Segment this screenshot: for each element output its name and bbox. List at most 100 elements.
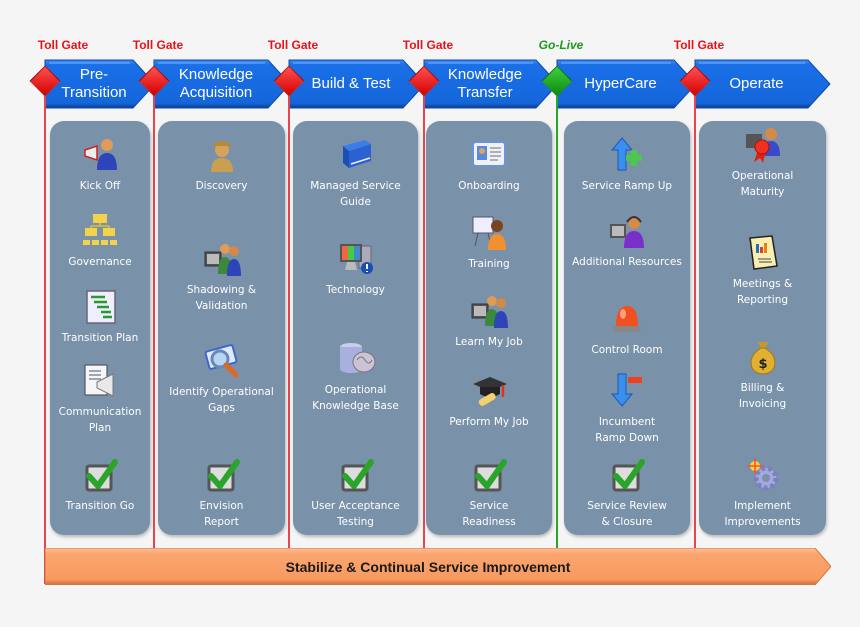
activity-item: Envision Report <box>158 456 285 530</box>
award-person-icon <box>745 128 780 163</box>
database-brain-icon <box>339 343 375 373</box>
book-icon <box>337 136 375 174</box>
activity-label: Communication Plan <box>58 406 142 434</box>
phase-panel-1: Kick Off Governance Transition Plan Communi… <box>50 121 150 535</box>
activity-item: Additional Resources <box>564 212 690 270</box>
activity-item: Communication Plan <box>50 362 150 436</box>
activity-label: Perform My Job <box>449 416 529 428</box>
checkbox-checked-icon <box>203 456 241 494</box>
activity-item: Technology <box>293 240 418 298</box>
activity-item: Service Review & Closure <box>564 456 690 530</box>
checkbox-checked-icon <box>337 456 375 494</box>
activity-label: Service Ramp Up <box>581 180 673 192</box>
activity-item: $ Billing & Invoicing <box>699 338 826 412</box>
activity-item: Service Ramp Up <box>564 136 690 194</box>
activity-label: Control Room <box>591 344 663 356</box>
phase-title: Knowledge Acquisition <box>178 66 254 101</box>
activity-item: Control Room <box>564 300 690 358</box>
phase-title: Build & Test <box>311 75 391 92</box>
gantt-chart-icon <box>81 288 119 326</box>
magnifier-document-icon <box>203 342 241 380</box>
activity-item: Identify Operational Gaps <box>158 342 285 416</box>
activity-label: Service Readiness <box>462 500 516 528</box>
footer-arrow: Stabilize & Continual Service Improvemen… <box>45 548 831 585</box>
money-bag-icon: $ <box>744 338 782 376</box>
arrow-down-minus-icon <box>608 372 646 410</box>
arrow-down-minus-icon <box>610 373 642 407</box>
activity-label: Shadowing & Validation <box>186 284 257 312</box>
phase-chevron-5: HyperCare <box>556 59 697 109</box>
footer-label: Stabilize & Continual Service Improvemen… <box>285 558 571 575</box>
phase-title: Knowledge Transfer <box>447 66 523 101</box>
computer-alert-icon <box>339 244 373 274</box>
activity-label: Transition Plan <box>61 332 139 344</box>
phase-panel-2: Discovery Shadowing & Validation Identify … <box>158 121 285 535</box>
activity-item: Onboarding <box>426 136 552 194</box>
graduation-cap-icon <box>473 377 507 406</box>
activity-label: Kick Off <box>79 180 121 192</box>
activity-label: Learn My Job <box>455 336 523 348</box>
phase-chevron-6: Operate <box>694 59 831 109</box>
activity-label: Operational Maturity <box>731 170 794 198</box>
toll-gate-label: Toll Gate <box>673 38 725 52</box>
magnifier-document-icon <box>204 344 238 378</box>
checkbox-checked-icon <box>608 456 646 494</box>
computer-alert-icon <box>337 240 375 278</box>
gear-spark-icon <box>746 458 778 491</box>
phase-chevron-3: Build & Test <box>288 59 426 109</box>
activity-label: Operational Knowledge Base <box>312 384 399 412</box>
go-live-label: Go-Live <box>538 38 584 52</box>
trainer-icon <box>472 216 506 250</box>
database-brain-icon <box>337 340 375 378</box>
checkbox-checked-icon <box>470 456 508 494</box>
trainer-icon <box>470 214 508 252</box>
support-agent-icon <box>608 212 646 250</box>
activity-label: User Acceptance Testing <box>311 500 400 528</box>
activity-label: Managed Service Guide <box>310 180 401 208</box>
checkbox-checked-icon <box>612 459 645 492</box>
activity-label: Identify Operational Gaps <box>169 386 274 414</box>
phase-panel-6: Operational Maturity Meetings & Reporting… <box>699 121 826 535</box>
activity-item: Shadowing & Validation <box>158 240 285 314</box>
phase-panel-3: Managed Service Guide Technology Operation… <box>293 121 418 535</box>
checkbox-checked-icon <box>341 459 374 492</box>
gantt-chart-icon <box>86 290 116 324</box>
activity-item: Meetings & Reporting <box>699 234 826 308</box>
checkbox-checked-icon <box>474 459 507 492</box>
activity-item: Kick Off <box>50 136 150 194</box>
gate-line <box>288 84 290 548</box>
arrow-up-plus-icon <box>610 137 642 171</box>
toll-gate-label: Toll Gate <box>37 38 89 52</box>
users-computer-icon <box>471 296 508 328</box>
phase-title: Operate <box>729 75 784 92</box>
activity-label: Training <box>468 258 510 270</box>
activity-item: Transition Go <box>50 456 150 514</box>
gear-spark-icon <box>744 456 782 494</box>
graduation-cap-icon <box>470 372 508 410</box>
users-computer-icon <box>203 240 241 278</box>
report-document-icon <box>744 234 782 272</box>
activity-item: Service Readiness <box>426 456 552 530</box>
report-document-icon <box>748 235 778 270</box>
toll-gate-label: Toll Gate <box>267 38 319 52</box>
activity-item: Operational Maturity <box>699 126 826 200</box>
activity-item: Managed Service Guide <box>293 136 418 210</box>
activity-item: Training <box>426 214 552 272</box>
gate-line <box>556 84 558 548</box>
phase-chevron-2: Knowledge Acquisition <box>153 59 291 109</box>
phase-title: Pre- Transition <box>61 66 127 101</box>
gate-line <box>694 84 696 548</box>
activity-label: Technology <box>326 284 385 296</box>
checkbox-checked-icon <box>85 459 118 492</box>
gate-line <box>44 84 46 584</box>
gate-line <box>423 84 425 548</box>
org-chart-icon <box>81 212 119 250</box>
users-computer-icon <box>204 244 241 276</box>
siren-light-icon <box>608 300 646 338</box>
activity-label: Implement Improvements <box>724 500 801 528</box>
phase-chevron-4: Knowledge Transfer <box>423 59 559 109</box>
activity-label: Onboarding <box>458 180 520 192</box>
activity-item: Transition Plan <box>50 288 150 346</box>
megaphone-person-icon <box>81 136 119 174</box>
checkbox-checked-icon <box>207 459 240 492</box>
